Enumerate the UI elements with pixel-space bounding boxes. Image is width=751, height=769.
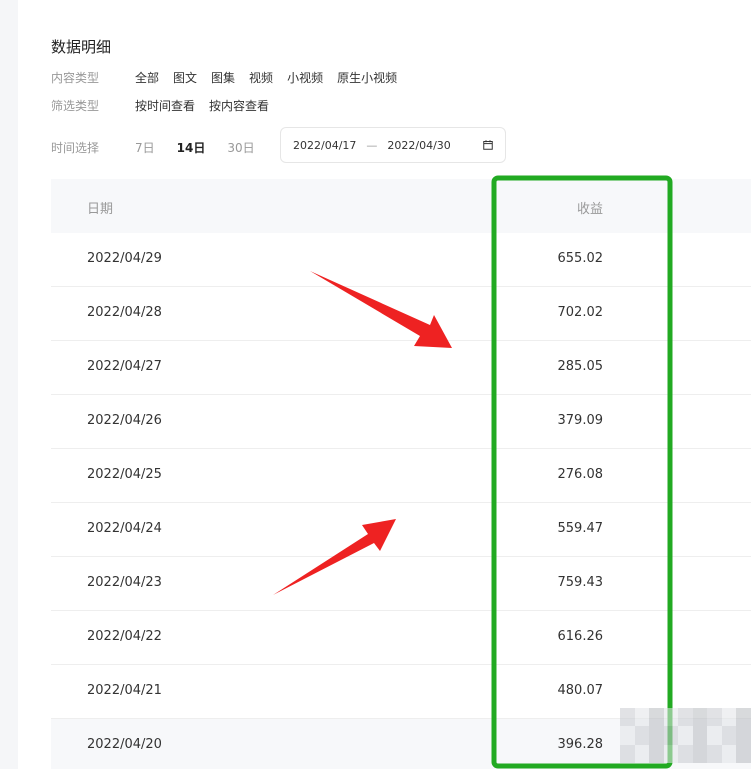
- income-table: 日期 收益 2022/04/29 655.02 2022/04/28 702.0…: [51, 179, 751, 769]
- row-date: 2022/04/23: [87, 575, 162, 590]
- table-row: 2022/04/24 559.47: [51, 503, 751, 557]
- row-income: 702.02: [557, 305, 604, 320]
- content-type-option-video[interactable]: 视频: [249, 69, 273, 86]
- row-date: 2022/04/27: [87, 359, 162, 374]
- row-income: 396.28: [557, 737, 604, 752]
- row-date: 2022/04/25: [87, 467, 162, 482]
- row-date: 2022/04/28: [87, 305, 162, 320]
- row-income: 559.47: [557, 521, 604, 536]
- time-option-30d[interactable]: 30日: [227, 139, 254, 156]
- time-option-7d[interactable]: 7日: [135, 139, 155, 156]
- table-row: 2022/04/26 379.09: [51, 395, 751, 449]
- row-date: 2022/04/21: [87, 683, 162, 698]
- content-type-options: 全部 图文 图集 视频 小视频 原生小视频: [135, 69, 411, 86]
- table-row: 2022/04/25 276.08: [51, 449, 751, 503]
- time-options: 7日 14日 30日: [135, 139, 277, 156]
- content-type-option-short-video[interactable]: 小视频: [287, 69, 323, 86]
- filter-option-by-time[interactable]: 按时间查看: [135, 97, 195, 114]
- watermark-logo: [620, 708, 751, 763]
- table-row: 2022/04/29 655.02: [51, 233, 751, 287]
- row-income: 616.26: [557, 629, 604, 644]
- row-income: 759.43: [557, 575, 604, 590]
- table-row: 2022/04/23 759.43: [51, 557, 751, 611]
- content-type-option-gallery[interactable]: 图集: [211, 69, 235, 86]
- filter-option-by-content[interactable]: 按内容查看: [209, 97, 269, 114]
- row-date: 2022/04/29: [87, 251, 162, 266]
- date-range-picker[interactable]: 2022/04/17 — 2022/04/30: [280, 127, 506, 163]
- filter-type-label: 筛选类型: [51, 99, 100, 113]
- date-range-start[interactable]: 2022/04/17: [293, 139, 356, 152]
- row-date: 2022/04/22: [87, 629, 162, 644]
- row-date: 2022/04/24: [87, 521, 162, 536]
- content-type-filter: 内容类型 全部 图文 图集 视频 小视频 原生小视频: [51, 69, 411, 86]
- time-filter: 时间选择 7日 14日 30日: [51, 139, 277, 156]
- row-income: 285.05: [557, 359, 604, 374]
- row-income: 379.09: [557, 413, 604, 428]
- table-header: 日期 收益: [51, 179, 751, 233]
- data-detail-panel: 数据明细 内容类型 全部 图文 图集 视频 小视频 原生小视频 筛选类型 按时间…: [18, 0, 751, 769]
- content-type-option-article[interactable]: 图文: [173, 69, 197, 86]
- column-header-income: 收益: [576, 202, 603, 217]
- date-range-separator: —: [366, 138, 378, 152]
- table-row: 2022/04/27 285.05: [51, 341, 751, 395]
- table-row: 2022/04/22 616.26: [51, 611, 751, 665]
- row-income: 655.02: [557, 251, 604, 266]
- time-option-14d[interactable]: 14日: [177, 139, 206, 156]
- filter-type-filter: 筛选类型 按时间查看 按内容查看: [51, 97, 283, 114]
- time-label: 时间选择: [51, 141, 100, 155]
- column-header-date: 日期: [87, 202, 114, 217]
- row-income: 276.08: [557, 467, 604, 482]
- row-date: 2022/04/20: [87, 737, 162, 752]
- filter-type-options: 按时间查看 按内容查看: [135, 97, 283, 114]
- content-type-option-native-short-video[interactable]: 原生小视频: [337, 69, 397, 86]
- content-type-label: 内容类型: [51, 71, 100, 85]
- row-income: 480.07: [557, 683, 604, 698]
- section-title: 数据明细: [51, 38, 112, 56]
- row-date: 2022/04/26: [87, 413, 162, 428]
- content-type-option-all[interactable]: 全部: [135, 69, 159, 86]
- calendar-icon[interactable]: [483, 140, 493, 150]
- date-range-end[interactable]: 2022/04/30: [387, 139, 450, 152]
- table-row: 2022/04/28 702.02: [51, 287, 751, 341]
